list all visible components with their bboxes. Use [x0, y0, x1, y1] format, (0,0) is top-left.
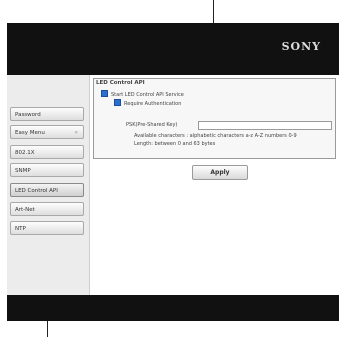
apply-button[interactable]: Apply: [192, 165, 248, 180]
sidebar: Password Easy Menu » 802.1X SNMP LED Con…: [7, 75, 90, 295]
start-service-checkbox[interactable]: [101, 90, 108, 97]
sidebar-item-label: 802.1X: [15, 150, 35, 156]
require-auth-checkbox[interactable]: [114, 99, 121, 106]
footer-bar: [7, 295, 339, 321]
sidebar-item-ntp[interactable]: NTP: [10, 221, 84, 235]
sidebar-item-8021x[interactable]: 802.1X: [10, 145, 84, 159]
start-service-row: Start LED Control API Service: [101, 90, 184, 98]
sidebar-item-label: NTP: [15, 226, 26, 232]
header-bar: SONY: [7, 23, 339, 75]
sidebar-item-label: Password: [15, 112, 41, 118]
psk-label: PSK(Pre-Shared Key): [126, 122, 178, 128]
sidebar-item-label: Art-Net: [15, 207, 35, 213]
main-content: LED Control API Start LED Control API Se…: [90, 75, 339, 295]
led-control-api-panel: LED Control API Start LED Control API Se…: [93, 78, 336, 159]
require-auth-label: Require Authentication: [124, 101, 182, 107]
sidebar-item-password[interactable]: Password: [10, 107, 84, 121]
require-auth-row: Require Authentication: [114, 99, 182, 107]
panel-title: LED Control API: [96, 80, 145, 86]
sony-logo: SONY: [281, 40, 321, 53]
start-service-label: Start LED Control API Service: [111, 92, 184, 98]
sidebar-item-art-net[interactable]: Art-Net: [10, 202, 84, 216]
sidebar-item-label: Easy Menu: [15, 130, 45, 136]
sidebar-item-easy-menu[interactable]: Easy Menu »: [10, 125, 84, 139]
web-ui-frame: SONY Password Easy Menu » 802.1X SNMP LE…: [7, 23, 339, 321]
hint-line-2: Length: between 0 and 63 bytes: [134, 141, 216, 147]
psk-input[interactable]: [198, 121, 332, 130]
sidebar-item-snmp[interactable]: SNMP: [10, 163, 84, 177]
sidebar-item-led-control-api[interactable]: LED Control API: [10, 183, 84, 197]
hint-line-1: Available characters : alphabetic charac…: [134, 133, 297, 139]
sidebar-item-label: SNMP: [15, 168, 31, 174]
sidebar-item-label: LED Control API: [15, 188, 58, 194]
chevron-right-icon: »: [74, 129, 78, 136]
